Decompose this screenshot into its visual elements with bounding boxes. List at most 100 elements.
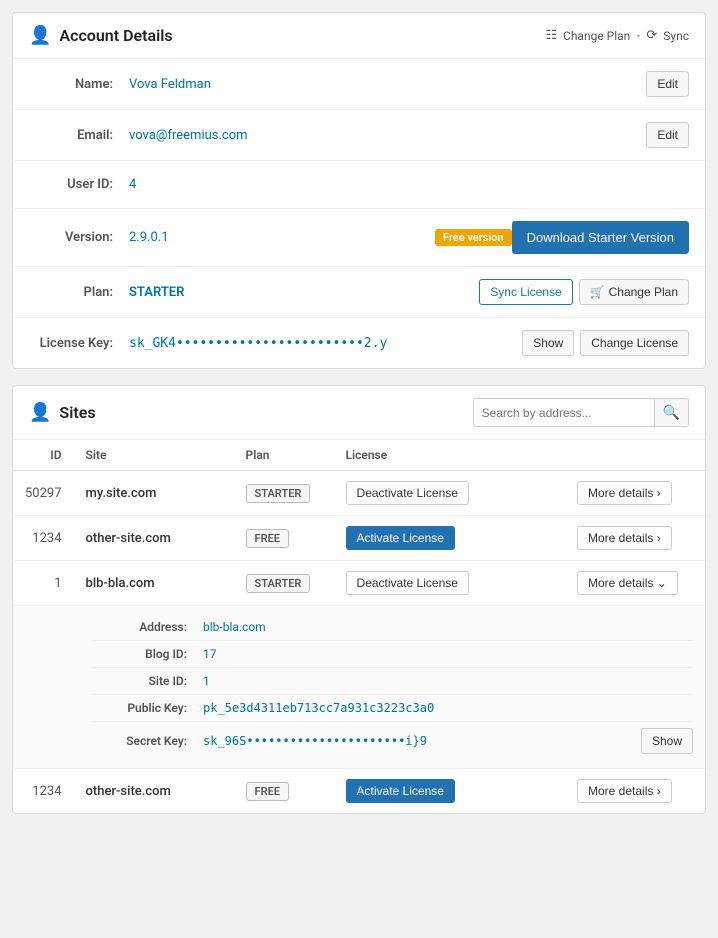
row-license: Deactivate License <box>334 561 565 606</box>
detail-address-label: Address: <box>93 620 203 634</box>
license-key-actions: Show Change License <box>522 330 689 356</box>
detail-blogid-row: Blog ID: 17 <box>93 641 693 668</box>
col-header-plan: Plan <box>234 440 334 471</box>
detail-siteid-value: 1 <box>203 674 210 688</box>
row-site: blb-bla.com <box>74 561 234 606</box>
license-key-label: License Key: <box>29 336 129 351</box>
row-site: my.site.com <box>74 471 234 516</box>
name-actions: Edit <box>646 71 689 97</box>
table-row: 1234 other-site.com FREE Activate Licens… <box>13 769 705 814</box>
more-details-button[interactable]: More details › <box>577 526 672 550</box>
version-row: Version: 2.9.0.1 Free version Download S… <box>13 209 705 267</box>
detail-pubkey-row: Public Key: pk_5e3d4311eb713cc7a931c3223… <box>93 695 693 722</box>
sites-card: 👤 Sites 🔍 ID Site Plan License 50297 my.… <box>12 385 706 814</box>
sites-search-input[interactable] <box>474 401 654 425</box>
detail-blogid-value: 17 <box>203 647 217 661</box>
plan-badge: FREE <box>246 529 289 548</box>
sites-person-icon: 👤 <box>29 402 51 423</box>
row-id: 1 <box>13 561 74 606</box>
more-details-button[interactable]: More details ⌄ <box>577 571 678 595</box>
plan-icon: ☷ <box>545 28 557 43</box>
sites-search-button[interactable]: 🔍 <box>654 399 688 426</box>
detail-pubkey-label: Public Key: <box>93 701 203 715</box>
version-wrap: 2.9.0.1 Free version <box>129 229 512 246</box>
row-plan: STARTER <box>234 561 334 606</box>
detail-blogid-label: Blog ID: <box>93 647 203 661</box>
row-more: More details › <box>565 471 705 516</box>
col-header-actions <box>565 440 705 471</box>
activate-license-button[interactable]: Activate License <box>346 526 455 550</box>
email-label: Email: <box>29 128 129 143</box>
change-plan-header-link[interactable]: Change Plan <box>563 29 630 43</box>
sync-header-link[interactable]: Sync <box>663 29 689 43</box>
row-license: Activate License <box>334 516 565 561</box>
sites-header-left: 👤 Sites <box>29 402 96 423</box>
download-starter-button[interactable]: Download Starter Version <box>512 221 689 254</box>
plan-badge: STARTER <box>246 484 311 503</box>
col-header-site: Site <box>74 440 234 471</box>
user-id-row: User ID: 4 <box>13 161 705 209</box>
detail-siteid-label: Site ID: <box>93 674 203 688</box>
license-key-value: sk_GK4••••••••••••••••••••••••2.y <box>129 336 522 351</box>
detail-inner: Address: blb-bla.com Blog ID: 17 Site ID… <box>13 606 705 768</box>
sites-table-head: ID Site Plan License <box>13 440 705 471</box>
sync-license-button[interactable]: Sync License <box>479 279 572 305</box>
expanded-details-row: Address: blb-bla.com Blog ID: 17 Site ID… <box>13 606 705 769</box>
plan-label: Plan: <box>29 285 129 300</box>
email-value: vova@freemius.com <box>129 128 646 143</box>
free-version-badge: Free version <box>435 229 512 246</box>
account-title: Account Details <box>59 26 172 45</box>
detail-address-value: blb-bla.com <box>203 620 266 634</box>
detail-seckey-row: Secret Key: sk_96S••••••••••••••••••••••… <box>93 722 693 760</box>
show-secret-key-button[interactable]: Show <box>641 728 693 754</box>
email-row: Email: vova@freemius.com Edit <box>13 110 705 161</box>
row-plan: STARTER <box>234 471 334 516</box>
version-value: 2.9.0.1 <box>129 230 427 245</box>
sites-search-wrap: 🔍 <box>473 398 689 427</box>
account-body: Name: Vova Feldman Edit Email: vova@free… <box>13 59 705 368</box>
detail-siteid-row: Site ID: 1 <box>93 668 693 695</box>
name-row: Name: Vova Feldman Edit <box>13 59 705 110</box>
row-site: other-site.com <box>74 769 234 814</box>
col-header-license: License <box>334 440 565 471</box>
name-label: Name: <box>29 77 129 92</box>
table-row: 1234 other-site.com FREE Activate Licens… <box>13 516 705 561</box>
table-row: 1 blb-bla.com STARTER Deactivate License… <box>13 561 705 606</box>
cart-icon: 🛒 <box>590 285 605 299</box>
row-site: other-site.com <box>74 516 234 561</box>
plan-badge: FREE <box>246 782 289 801</box>
version-actions: Download Starter Version <box>512 221 689 254</box>
row-id: 1234 <box>13 516 74 561</box>
more-details-button[interactable]: More details › <box>577 779 672 803</box>
row-more: More details › <box>565 769 705 814</box>
detail-pubkey-value: pk_5e3d4311eb713cc7a931c3223c3a0 <box>203 701 434 715</box>
email-actions: Edit <box>646 122 689 148</box>
name-value: Vova Feldman <box>129 77 646 92</box>
more-details-button[interactable]: More details › <box>577 481 672 505</box>
detail-seckey-label: Secret Key: <box>93 734 203 748</box>
sites-table-body: 50297 my.site.com STARTER Deactivate Lic… <box>13 471 705 814</box>
account-header-actions: ☷ Change Plan • ⟳ Sync <box>545 28 689 43</box>
row-id: 1234 <box>13 769 74 814</box>
row-id: 50297 <box>13 471 74 516</box>
account-details-header: 👤 Account Details ☷ Change Plan • ⟳ Sync <box>13 13 705 59</box>
deactivate-license-button[interactable]: Deactivate License <box>346 571 469 595</box>
sync-icon: ⟳ <box>646 28 657 43</box>
row-plan: FREE <box>234 769 334 814</box>
sites-table-header-row: ID Site Plan License <box>13 440 705 471</box>
deactivate-license-button[interactable]: Deactivate License <box>346 481 469 505</box>
detail-address-row: Address: blb-bla.com <box>93 614 693 641</box>
change-plan-button[interactable]: 🛒 Change Plan <box>579 279 689 305</box>
activate-license-button[interactable]: Activate License <box>346 779 455 803</box>
name-edit-button[interactable]: Edit <box>646 71 689 97</box>
detail-seckey-value: sk_96S••••••••••••••••••••••i}9 <box>203 734 427 748</box>
email-edit-button[interactable]: Edit <box>646 122 689 148</box>
sites-title: Sites <box>59 403 95 422</box>
plan-badge: STARTER <box>246 574 311 593</box>
row-plan: FREE <box>234 516 334 561</box>
account-details-card: 👤 Account Details ☷ Change Plan • ⟳ Sync… <box>12 12 706 369</box>
plan-actions: Sync License 🛒 Change Plan <box>479 279 689 305</box>
show-license-button[interactable]: Show <box>522 330 574 356</box>
change-license-button[interactable]: Change License <box>580 330 689 356</box>
user-id-label: User ID: <box>29 177 129 192</box>
